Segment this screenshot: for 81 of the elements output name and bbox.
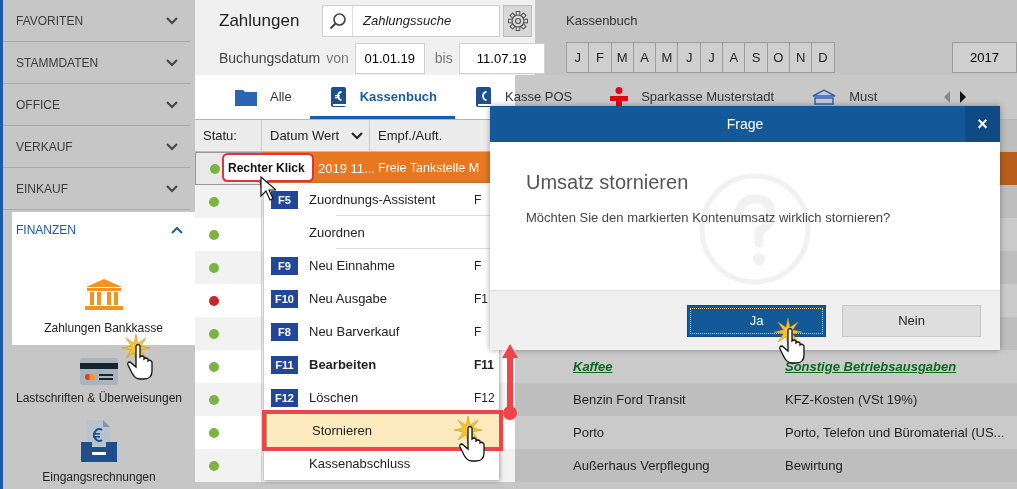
sidebar-section[interactable]: EINKAUF <box>3 168 190 210</box>
search-icon <box>328 12 347 30</box>
inbox-icon <box>81 420 117 462</box>
dialog-button[interactable]: Nein <box>842 304 981 337</box>
settings-icon <box>507 11 528 31</box>
click-cursor-icon <box>120 334 154 380</box>
sidebar-section[interactable]: VERKAUF <box>3 126 190 168</box>
tab[interactable]: Must <box>792 75 896 119</box>
column-header[interactable]: Statu: <box>195 120 262 151</box>
key-badge: F9 <box>271 256 298 275</box>
key-badge: F12 <box>271 388 298 407</box>
month-button[interactable]: F <box>588 42 612 73</box>
settings-button[interactable] <box>503 5 532 37</box>
month-button[interactable]: A <box>632 42 657 73</box>
shortcut-label: F12 <box>474 389 496 407</box>
tab[interactable]: Alle <box>215 75 310 119</box>
click-cursor-icon <box>452 416 486 462</box>
search-input[interactable]: Zahlungssuche <box>353 6 499 36</box>
period-label: Kassenbuch <box>566 12 639 31</box>
menu-item[interactable]: F12 Löschen F12 <box>264 381 499 414</box>
date-field[interactable]: 11.07.19 <box>458 42 545 74</box>
table-cell-text: Porto, Telefon und Büromaterial (US... <box>785 423 1005 442</box>
date-label: Buchungsdatum <box>219 48 321 68</box>
date-field[interactable]: 01.01.19 <box>354 42 425 74</box>
shortcut-label: F <box>474 323 483 341</box>
sidebar-item[interactable]: Zahlungen Bankkasse <box>12 248 195 345</box>
menu-item[interactable]: F11 Bearbeiten F11 <box>264 348 499 381</box>
sidebar-section[interactable]: FAVORITEN <box>3 0 190 42</box>
table-cell-text: KFZ-Kosten (VSt 19%) <box>785 390 918 409</box>
table-cell-text: 2019 11... <box>318 159 375 178</box>
click-cursor-icon <box>772 318 806 364</box>
month-button[interactable]: S <box>744 42 768 73</box>
column-header[interactable]: Datum Wert <box>262 120 370 151</box>
sidebar-section[interactable]: FINANZEN <box>12 212 195 248</box>
folder-icon <box>235 87 257 106</box>
bank-icon <box>812 87 837 106</box>
month-button[interactable]: N <box>788 42 813 73</box>
table-cell-text: Freie Tankstelle M <box>378 160 480 178</box>
shortcut-label: F <box>474 257 483 275</box>
sidebar-item[interactable]: Eingangsrechnungen <box>3 412 195 489</box>
month-button[interactable]: J <box>677 42 701 73</box>
to-label: bis <box>434 48 453 68</box>
table-cell-text: Sonstige Betriebsausgaben <box>785 357 957 376</box>
from-label: von <box>326 48 349 68</box>
dialog-button[interactable]: Ja <box>687 304 826 337</box>
menu-item[interactable]: Kassenabschluss <box>264 447 499 480</box>
month-button[interactable]: M <box>610 42 634 73</box>
table-cell-text: Kaffee <box>573 357 613 376</box>
shortcut-label: F1 <box>474 290 489 308</box>
sidebar-section[interactable]: OFFICE <box>3 84 190 126</box>
dialog-heading: Umsatz stornieren <box>526 170 690 194</box>
sidebar-section[interactable]: STAMMDATEN <box>3 42 190 84</box>
scroll-right-icon[interactable] <box>959 91 967 103</box>
shortcut-label: F <box>474 191 483 209</box>
sort-icon <box>351 131 364 140</box>
month-button[interactable]: J <box>699 42 724 73</box>
table-cell-text: Bewirtung <box>785 456 843 475</box>
shortcut-label: F11 <box>474 356 495 374</box>
table-cell-text: Benzin Ford Transit <box>573 390 686 409</box>
search-field[interactable]: Zahlungssuche <box>322 5 500 37</box>
month-button[interactable]: O <box>766 42 790 73</box>
year-button[interactable]: 2017 <box>952 42 1017 73</box>
key-badge: F11 <box>271 355 298 374</box>
book-icon <box>329 86 347 107</box>
table-cell-text: Außerhaus Verpflegung <box>573 456 710 475</box>
page-title: Zahlungen <box>219 10 301 33</box>
dialog-message: Möchten Sie den markierten Kontenumsatz wirklich stornieren? <box>526 209 892 227</box>
month-button[interactable]: A <box>722 42 746 73</box>
month-button[interactable]: D <box>811 42 835 73</box>
month-button[interactable]: J <box>566 42 590 73</box>
credit-card-icon <box>80 358 118 385</box>
month-button[interactable]: M <box>655 42 679 73</box>
logo-icon <box>610 87 629 106</box>
close-button[interactable]: × <box>965 106 1000 142</box>
table-cell-text: Porto <box>573 423 605 442</box>
key-badge: F8 <box>271 322 298 341</box>
sidebar-item[interactable]: Lastschriften & Überweisungen <box>3 345 195 412</box>
key-badge: F5 <box>271 190 298 209</box>
key-badge: F10 <box>271 289 298 308</box>
bank-icon <box>83 278 124 311</box>
book-icon <box>475 86 492 107</box>
